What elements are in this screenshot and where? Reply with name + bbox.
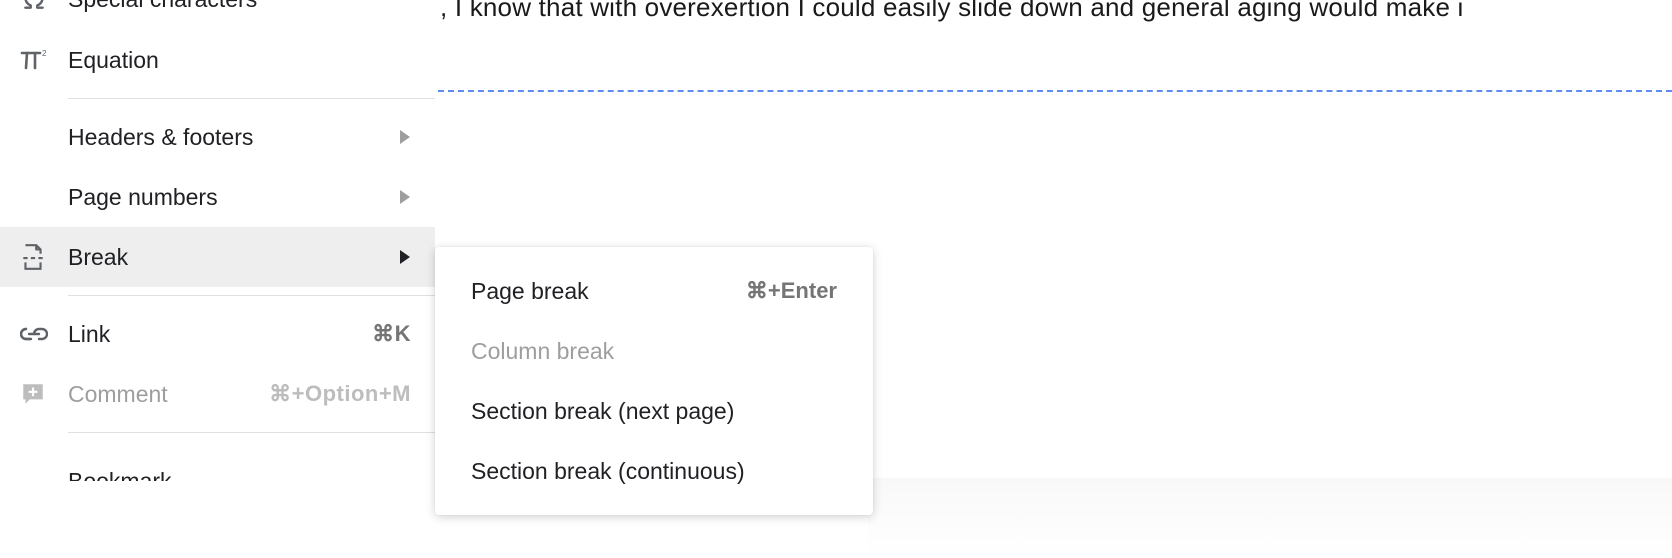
submenu-arrow-icon: [399, 250, 411, 264]
svg-text:2: 2: [42, 49, 47, 58]
menu-label: Equation: [68, 47, 411, 74]
submenu-item-column-break: Column break: [435, 321, 873, 381]
menu-label: Bookmark: [68, 468, 411, 481]
page-break-indicator: [438, 90, 1672, 92]
menu-label: Special characters: [68, 0, 411, 13]
menu-item-link[interactable]: Link ⌘K: [0, 304, 435, 364]
comment-icon: [20, 381, 68, 407]
page-break-icon: [20, 243, 68, 271]
submenu-label: Section break (continuous): [471, 458, 837, 485]
menu-item-special-characters[interactable]: Special characters: [0, 0, 435, 30]
menu-label: Link: [68, 321, 372, 348]
submenu-arrow-icon: [399, 190, 411, 204]
submenu-label: Column break: [471, 338, 837, 365]
submenu-shortcut: ⌘+Enter: [746, 278, 837, 304]
menu-label: Break: [68, 244, 399, 271]
submenu-arrow-icon: [399, 130, 411, 144]
page-gap-shadow: [868, 478, 1672, 558]
menu-item-break[interactable]: Break: [0, 227, 435, 287]
insert-menu: Special characters 2 Equation Headers & …: [0, 0, 435, 521]
menu-shortcut: ⌘K: [372, 321, 411, 347]
submenu-item-section-break-next-page[interactable]: Section break (next page): [435, 381, 873, 441]
omega-icon: [20, 0, 68, 12]
menu-shortcut: ⌘+Option+M: [269, 381, 411, 407]
submenu-item-section-break-continuous[interactable]: Section break (continuous): [435, 441, 873, 501]
menu-separator: [68, 98, 435, 99]
menu-label: Page numbers: [68, 184, 399, 211]
link-icon: [20, 326, 68, 342]
pi-squared-icon: 2: [20, 48, 68, 72]
menu-separator: [68, 295, 435, 296]
submenu-label: Section break (next page): [471, 398, 837, 425]
submenu-label: Page break: [471, 278, 746, 305]
menu-item-headers-footers[interactable]: Headers & footers: [0, 107, 435, 167]
menu-item-comment: Comment ⌘+Option+M: [0, 364, 435, 424]
menu-item-page-numbers[interactable]: Page numbers: [0, 167, 435, 227]
menu-item-bookmark[interactable]: Bookmark: [0, 441, 435, 481]
menu-item-equation[interactable]: 2 Equation: [0, 30, 435, 90]
menu-label: Comment: [68, 381, 269, 408]
submenu-item-page-break[interactable]: Page break ⌘+Enter: [435, 261, 873, 321]
menu-separator: [68, 432, 435, 433]
break-submenu: Page break ⌘+Enter Column break Section …: [435, 247, 873, 515]
menu-label: Headers & footers: [68, 124, 399, 151]
document-body-text[interactable]: , I know that with overexertion I could …: [440, 0, 1672, 23]
